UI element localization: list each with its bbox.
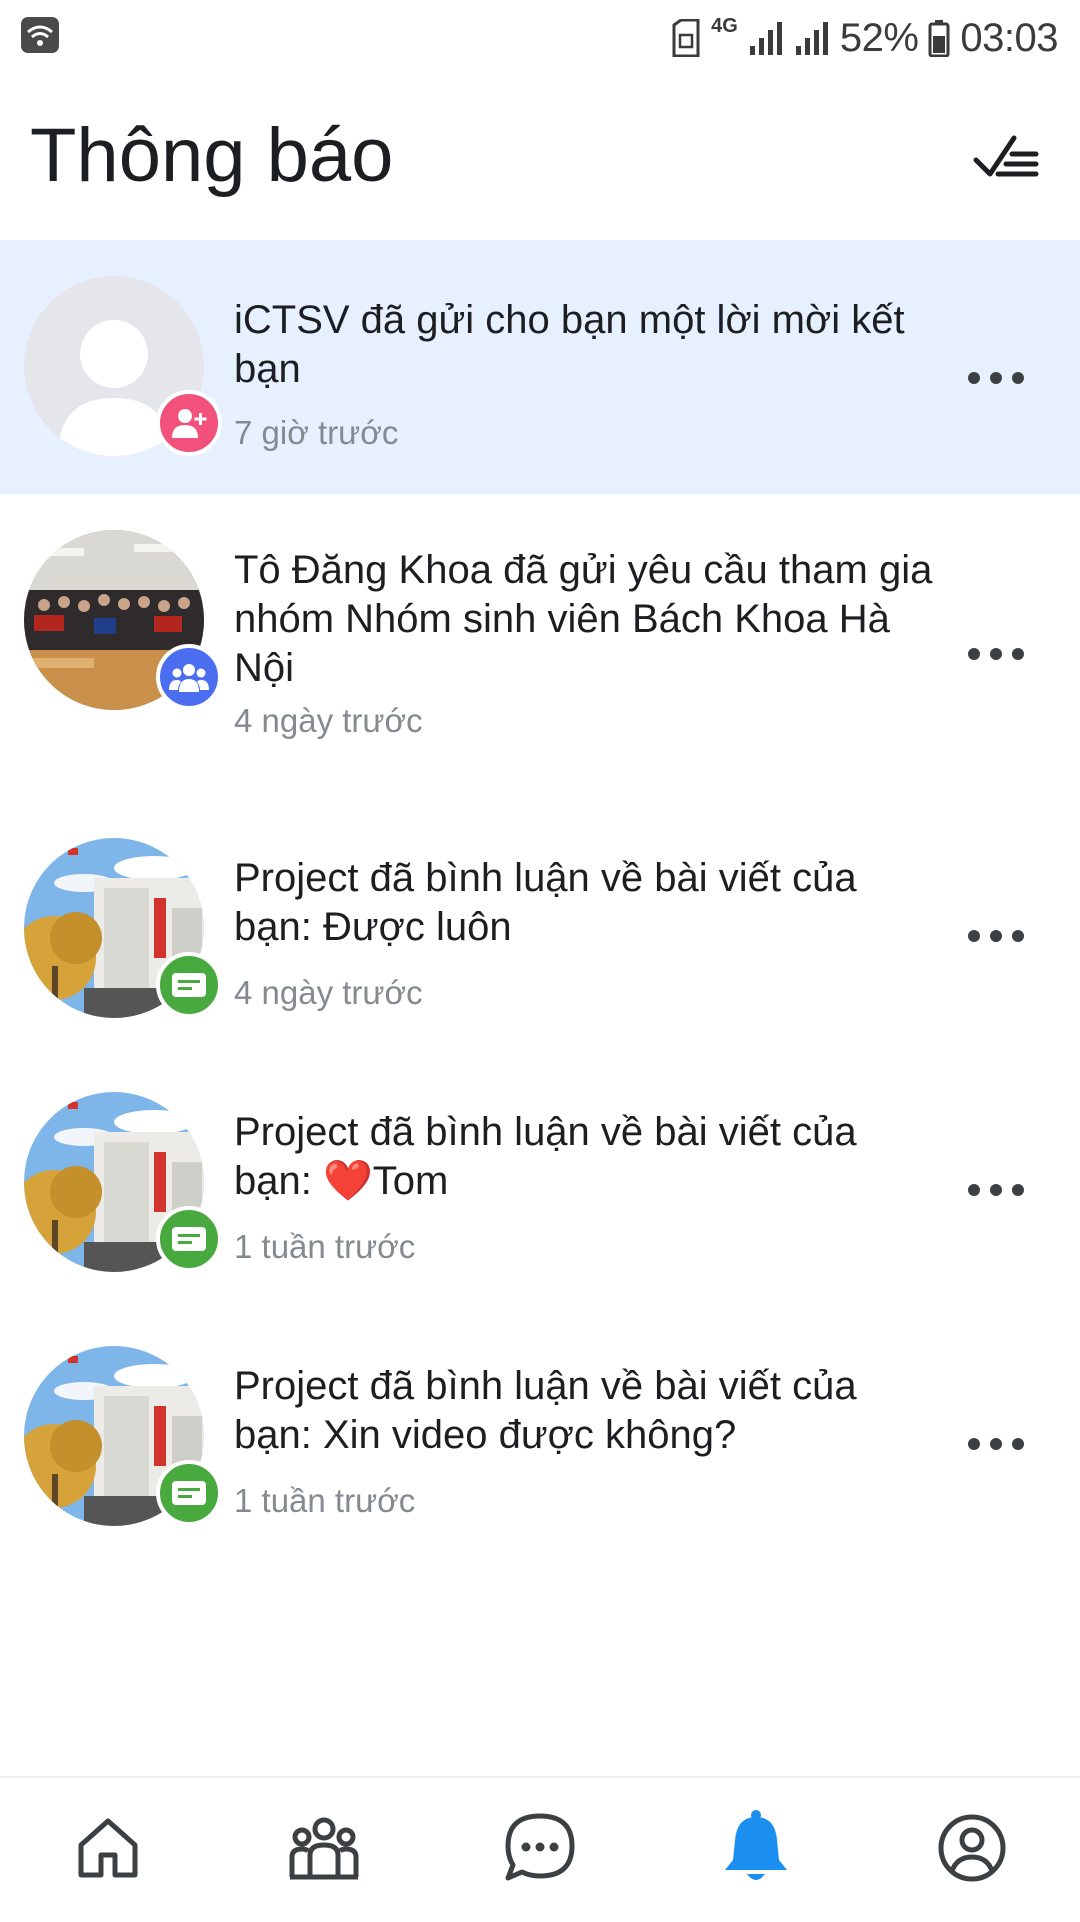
notification-text: Project đã bình luận về bài viết của bạn… [234,1364,857,1457]
nav-notifications[interactable] [716,1808,796,1888]
signal-icon [749,22,782,55]
notification-item[interactable]: iCTSV đã gửi cho bạn một lời mời kết bạn… [0,240,1080,494]
home-icon [78,1818,138,1878]
network-type-label: 4G [711,14,738,37]
friend-request-icon [156,390,222,456]
more-options-button[interactable] [968,366,1024,390]
notification-item[interactable]: Project đã bình luận về bài viết của bạn… [0,1256,1080,1526]
nav-profile[interactable] [932,1808,1012,1888]
more-options-button[interactable] [968,642,1024,666]
wifi-icon [21,17,59,53]
notification-list: iCTSV đã gửi cho bạn một lời mời kết bạn… [0,240,1080,1526]
more-options-button[interactable] [968,1178,1024,1202]
sim-icon [672,19,700,57]
nav-messages[interactable] [500,1808,580,1888]
friends-icon [289,1817,359,1880]
notification-item[interactable]: Project đã bình luận về bài viết của bạn… [0,748,1080,1018]
notification-item[interactable]: Project đã bình luận về bài viết của bạn… [0,1002,1080,1272]
signal-icon [795,22,828,55]
status-bar: 4G 52% 03:03 [0,0,1080,75]
notification-text: Tô Đăng Khoa đã gửi yêu cầu tham gia nhó… [234,548,933,690]
notification-text: iCTSV đã gửi cho bạn một lời mời kết bạn [234,298,905,391]
more-options-button[interactable] [968,924,1024,948]
notification-time: 4 ngày trước [234,702,423,739]
nav-home[interactable] [68,1808,148,1888]
notification-time: 7 giờ trước [234,414,399,451]
mark-all-read-icon[interactable] [970,130,1040,190]
battery-icon [928,20,950,57]
nav-friends[interactable] [284,1808,364,1888]
notification-text: Project đã bình luận về bài viết của bạn… [234,856,857,949]
battery-percent: 52% [839,15,919,60]
messages-icon [505,1813,575,1881]
notifications-icon [725,1810,787,1880]
more-options-button[interactable] [968,1432,1024,1456]
notification-item[interactable]: Tô Đăng Khoa đã gửi yêu cầu tham gia nhó… [0,494,1080,748]
notification-text: Project đã bình luận về bài viết của bạn… [234,1110,857,1203]
clock: 03:03 [960,15,1058,60]
group-icon [156,644,222,710]
profile-icon [938,1814,1006,1882]
bottom-navigation [0,1776,1080,1922]
page-title: Thông báo [30,113,394,198]
header: Thông báo [0,90,1080,240]
comment-icon [156,1460,222,1526]
notification-time: 1 tuần trước [234,1482,416,1519]
